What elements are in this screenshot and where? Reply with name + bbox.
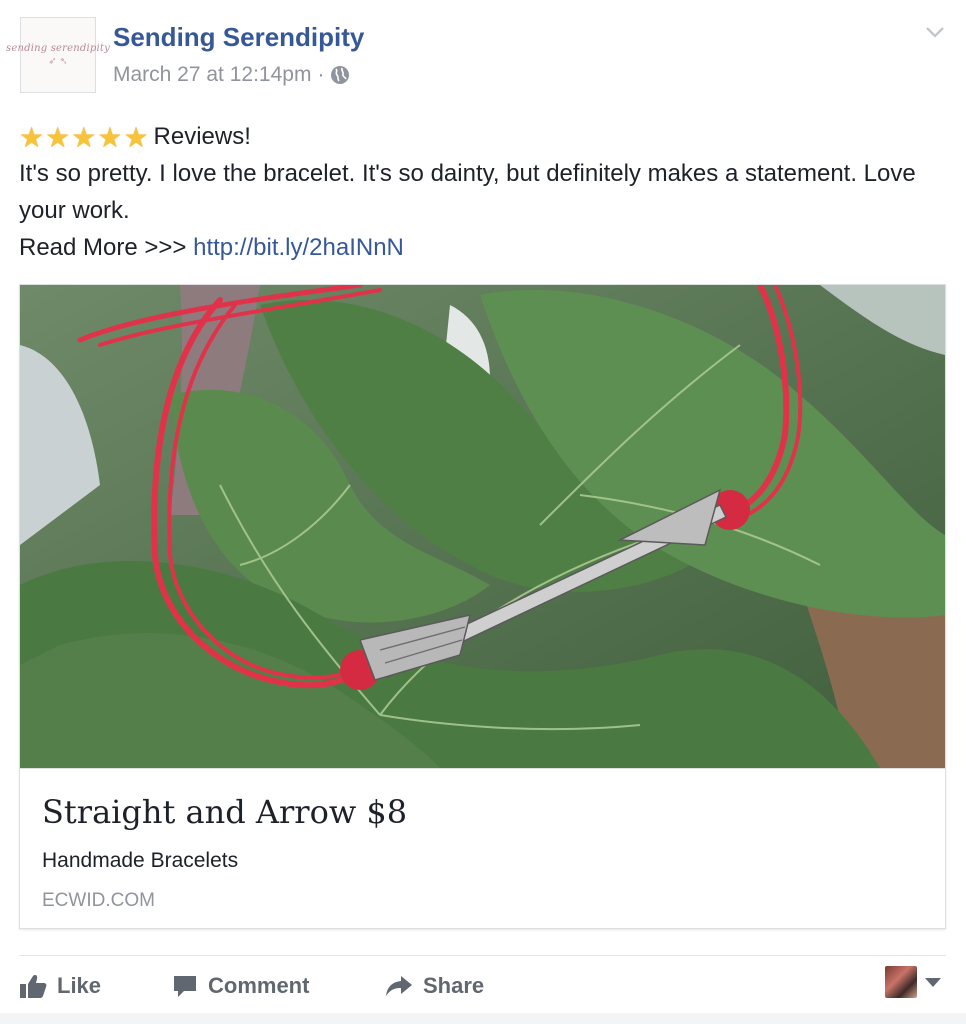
review-headline-line: ★ ★ ★ ★ ★ Reviews!	[19, 118, 939, 155]
link-preview-card[interactable]: Straight and Arrow $8 Handmade Bracelets…	[19, 284, 946, 929]
post-timestamp[interactable]: March 27 at 12:14pm	[113, 63, 311, 87]
star-icon: ★	[19, 122, 45, 153]
caret-down-icon	[925, 977, 941, 987]
share-arrow-icon	[386, 975, 412, 996]
page-name-link[interactable]: Sending Serendipity	[113, 22, 364, 53]
chevron-down-icon[interactable]	[924, 21, 946, 43]
star-icon: ★	[71, 122, 97, 153]
post-header: sending serendipity ➶ ➴ Sending Serendip…	[6, 17, 946, 97]
read-more-label: Read More >>>	[19, 234, 187, 261]
page-avatar[interactable]: sending serendipity ➶ ➴	[6, 17, 110, 93]
review-body: It's so pretty. I love the bracelet. It'…	[19, 160, 916, 224]
card-description: Handmade Bracelets	[42, 849, 239, 872]
star-icon: ★	[123, 122, 149, 153]
like-button[interactable]: Like	[19, 958, 101, 1013]
post-as-selector[interactable]	[885, 966, 941, 998]
card-title[interactable]: Straight and Arrow $8	[42, 793, 407, 831]
user-avatar	[885, 966, 917, 998]
star-icon: ★	[45, 122, 71, 153]
star-icon: ★	[97, 122, 123, 153]
meta-separator: ·	[317, 63, 325, 86]
post-message: ★ ★ ★ ★ ★ Reviews! It's so pretty. I lov…	[19, 118, 939, 266]
speech-bubble-icon	[174, 975, 196, 997]
card-info[interactable]: Straight and Arrow $8 Handmade Bracelets…	[20, 768, 945, 929]
share-label: Share	[423, 972, 485, 998]
share-button[interactable]: Share	[385, 958, 484, 1013]
like-label: Like	[57, 972, 102, 998]
avatar-logo-text: sending serendipity	[6, 43, 110, 54]
review-headline: Reviews!	[153, 123, 251, 150]
five-star-rating: ★ ★ ★ ★ ★	[19, 124, 150, 152]
avatar-arrows-icon: ➶ ➴	[48, 56, 68, 67]
post-meta: March 27 at 12:14pm ·	[113, 63, 350, 87]
feed-gap	[0, 1013, 966, 1024]
actions-divider	[19, 955, 946, 956]
card-image[interactable]	[20, 285, 945, 768]
read-more-line: Read More >>> http://bit.ly/2haINnN	[19, 229, 939, 266]
post-actions-bar: Like Comment Share	[19, 958, 946, 1013]
globe-icon[interactable]	[330, 65, 350, 85]
thumbs-up-icon	[20, 974, 47, 998]
read-more-link[interactable]: http://bit.ly/2haINnN	[193, 234, 404, 261]
comment-label: Comment	[208, 972, 310, 998]
comment-button[interactable]: Comment	[172, 958, 309, 1013]
card-domain: ECWID.COM	[42, 890, 155, 911]
